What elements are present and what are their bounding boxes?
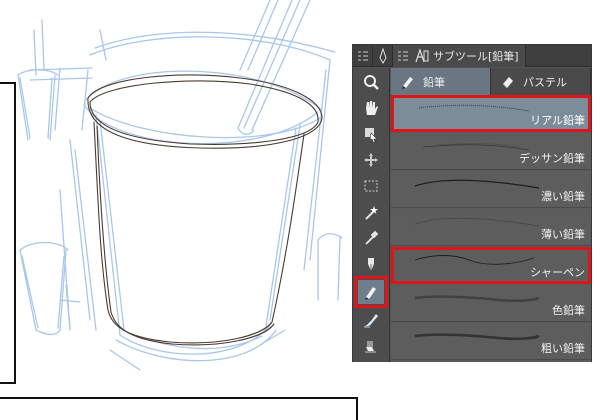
brush-label: 粗い鉛筆 [541, 342, 585, 355]
tool-tab[interactable] [373, 44, 393, 67]
eyedropper-icon [365, 230, 379, 245]
zoom-icon [364, 75, 379, 90]
subtool-tab[interactable]: サブツール[鉛筆] [393, 44, 526, 67]
auto-select-tool[interactable] [358, 200, 384, 224]
menu-icon [398, 51, 408, 60]
brush-item-real-pencil[interactable]: リアル鉛筆 [391, 95, 591, 132]
brush-item-rough-pencil[interactable]: 粗い鉛筆 [391, 323, 591, 360]
subtool-icon [415, 47, 429, 62]
pencil-icon [365, 287, 376, 300]
brush-item-dessin-pencil[interactable]: デッサン鉛筆 [391, 133, 591, 170]
eyedropper-tool[interactable] [358, 226, 384, 250]
selection-tool[interactable] [358, 174, 384, 198]
auto-select-icon [365, 206, 378, 220]
brush-label: 濃い鉛筆 [541, 190, 585, 203]
move-layer-tool[interactable] [358, 148, 384, 172]
brush-label: リアル鉛筆 [530, 114, 585, 127]
panel-frame-left [0, 82, 16, 384]
pen-nib-icon [378, 47, 387, 64]
hand-icon [366, 101, 378, 115]
group-tab-label: パステル [523, 75, 567, 89]
zoom-tool[interactable] [358, 70, 384, 94]
pencil-icon [399, 73, 417, 91]
selection-icon [364, 180, 378, 192]
operation-icon [365, 128, 378, 143]
stroke-preview [414, 295, 540, 303]
subtool-panel: サブツール[鉛筆] 鉛筆 パステル リアル鉛筆 デッサン鉛筆 濃い鉛筆 薄い鉛筆… [352, 44, 592, 362]
panel-header: サブツール[鉛筆] [353, 44, 591, 67]
pen-icon [368, 258, 374, 271]
eraser-icon [365, 341, 376, 353]
pencil-tool[interactable] [354, 276, 388, 308]
panel-frame-bottom [0, 397, 358, 420]
brush-list: リアル鉛筆 デッサン鉛筆 濃い鉛筆 薄い鉛筆 シャーペン 色鉛筆 粗い鉛筆 [391, 95, 591, 362]
tool-column [353, 68, 390, 362]
group-tab-pencil[interactable]: 鉛筆 [391, 68, 491, 95]
operation-tool[interactable] [358, 122, 384, 146]
brush-label: 薄い鉛筆 [541, 228, 585, 241]
panel-title: サブツール[鉛筆] [433, 49, 519, 63]
brush-item-colored-pencil[interactable]: 色鉛筆 [391, 285, 591, 322]
stroke-preview [418, 104, 530, 112]
menu-icon [357, 51, 368, 60]
move-layer-icon [364, 153, 378, 167]
stroke-preview [414, 217, 540, 227]
brush-item-dark-pencil[interactable]: 濃い鉛筆 [391, 171, 591, 208]
brush-item-light-pencil[interactable]: 薄い鉛筆 [391, 209, 591, 246]
brush-label: デッサン鉛筆 [519, 152, 585, 165]
hand-tool[interactable] [358, 96, 384, 120]
stroke-preview [414, 333, 540, 341]
stroke-preview [414, 179, 540, 189]
pastel-icon [499, 73, 517, 91]
brush-icon [364, 314, 378, 328]
panel-menu-button[interactable] [353, 44, 373, 67]
brush-tool[interactable] [358, 308, 384, 332]
group-tab-label: 鉛筆 [423, 75, 445, 89]
stroke-preview [414, 255, 535, 265]
subtool-group-tabs: 鉛筆 パステル [391, 68, 591, 95]
brush-item-mechanical-pencil[interactable]: シャーペン [391, 247, 591, 284]
eraser-tool[interactable] [358, 334, 384, 358]
group-tab-pastel[interactable]: パステル [491, 68, 591, 95]
brush-label: シャーペン [530, 266, 585, 279]
pen-tool[interactable] [358, 252, 384, 276]
brush-label: 色鉛筆 [552, 304, 585, 317]
